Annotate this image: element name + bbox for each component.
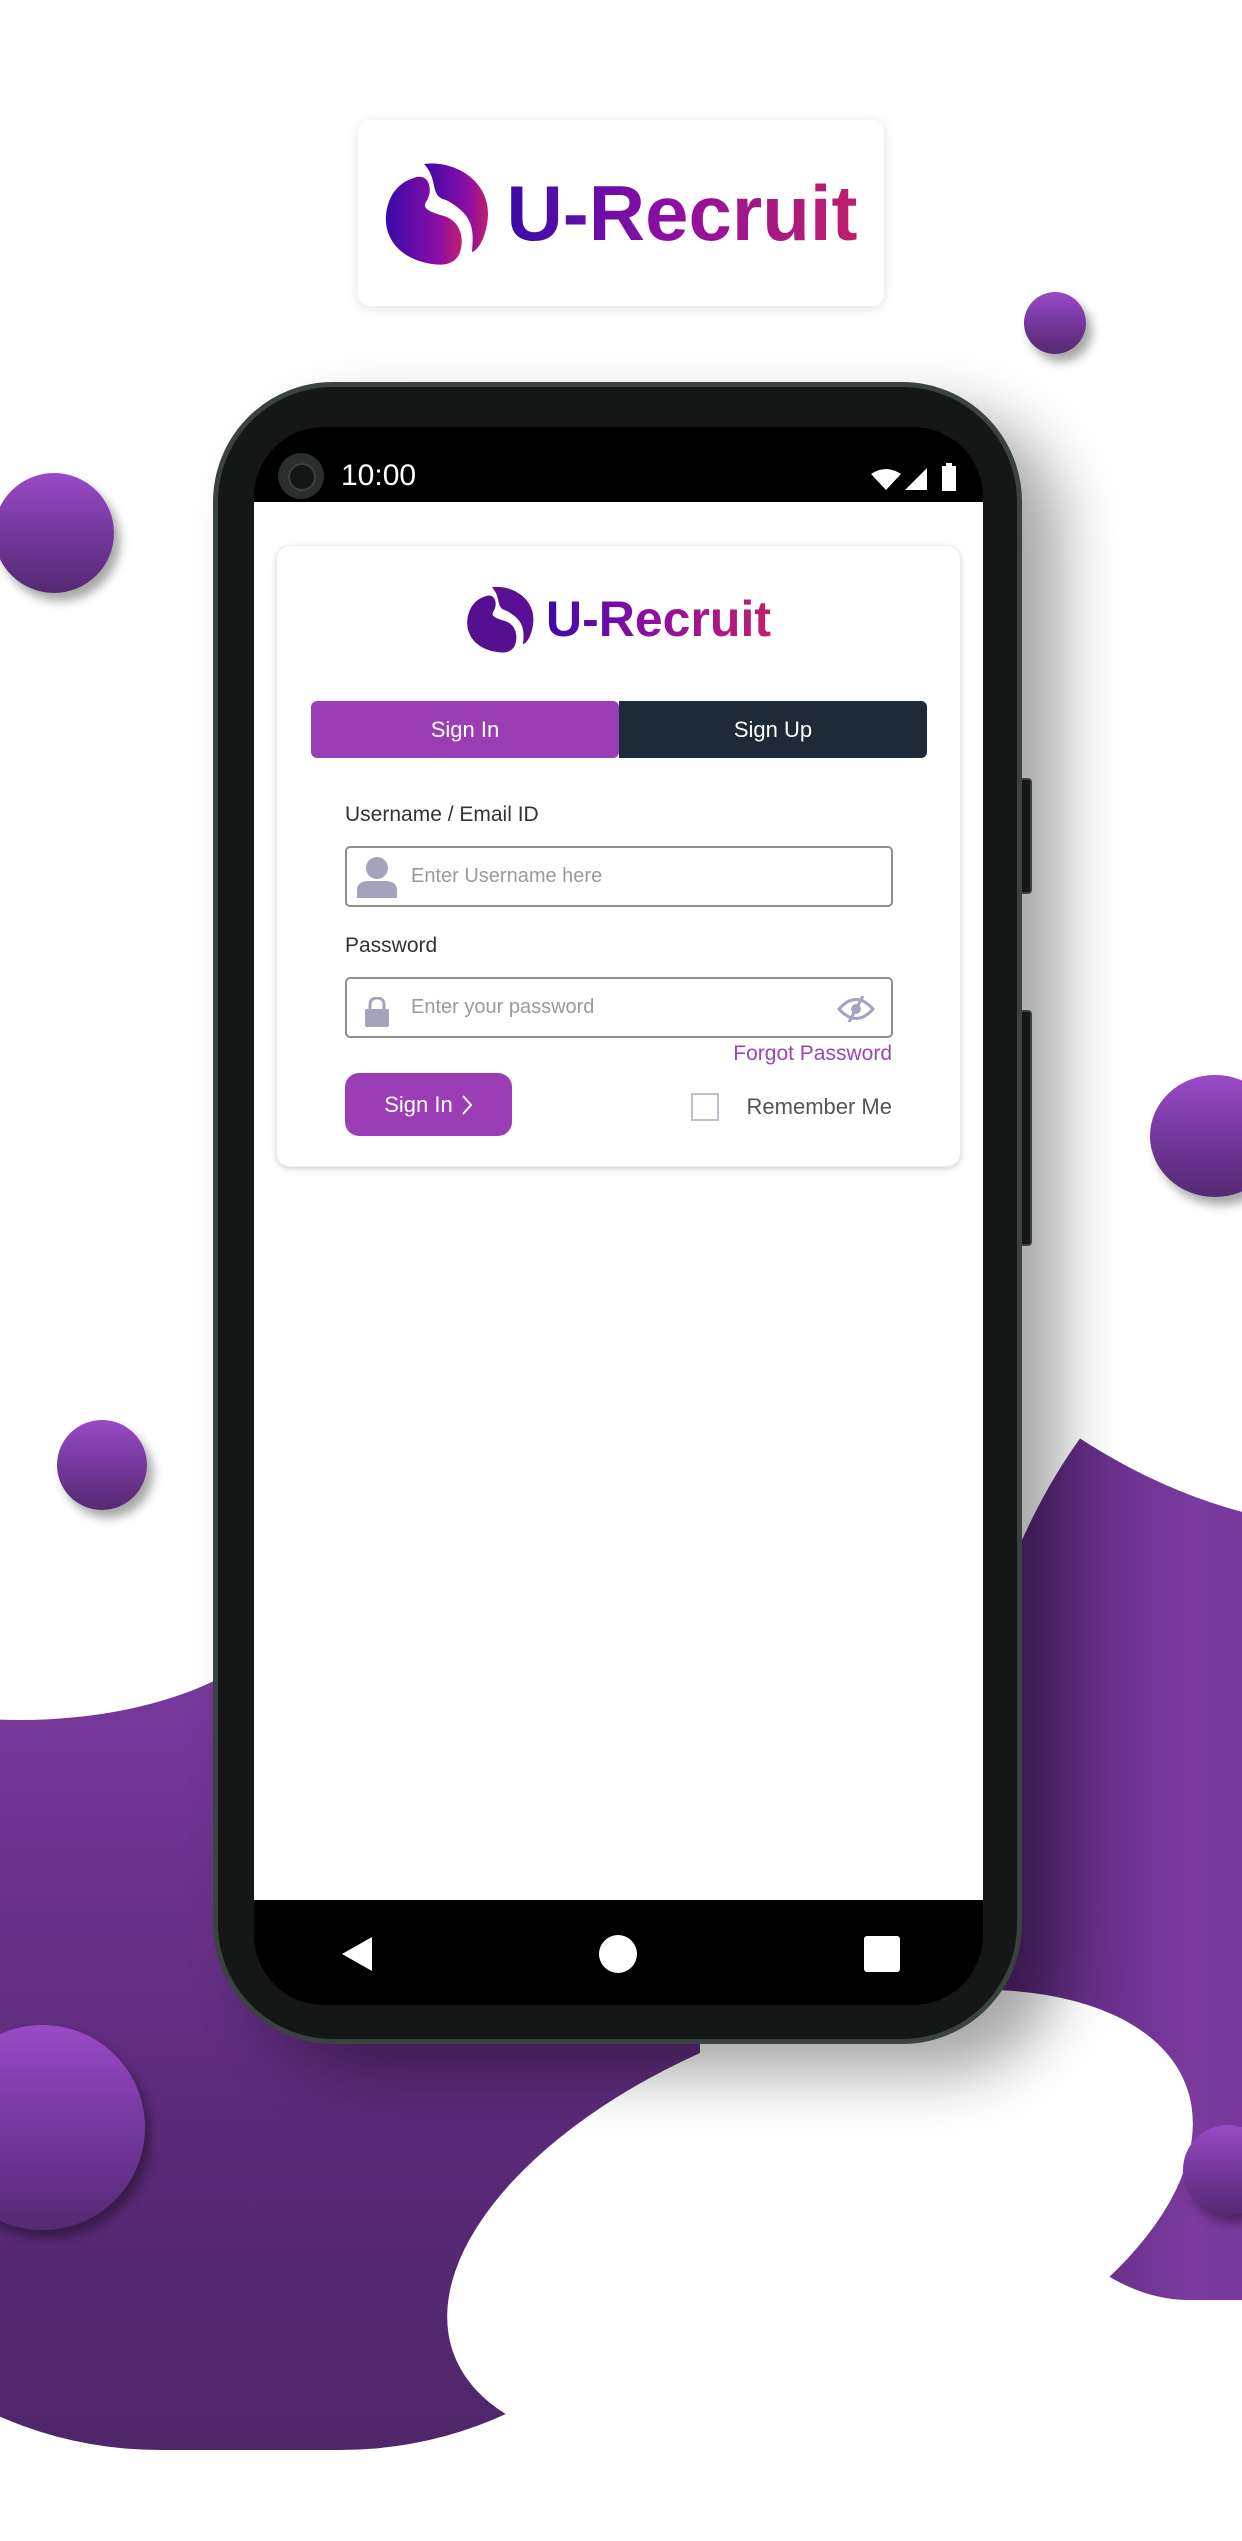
phone-screen: 10:00 U-Recruit Sign In Sign Up Username… — [254, 427, 983, 2005]
brand-logo-icon — [386, 163, 489, 265]
lock-icon — [365, 997, 389, 1027]
auth-tabs: Sign In Sign Up — [311, 701, 927, 758]
brand-logo-text: U-Recruit — [506, 168, 858, 257]
card-brand-logo: U-Recruit — [277, 584, 960, 654]
tab-label: Sign Up — [733, 716, 813, 742]
sign-in-button-label: Sign In — [384, 1091, 453, 1117]
username-label: Username / Email ID — [345, 803, 539, 826]
eye-slash-icon[interactable] — [837, 996, 875, 1022]
recents-icon[interactable] — [864, 1936, 900, 1972]
password-placeholder: Enter your password — [411, 996, 595, 1018]
app-content: U-Recruit Sign In Sign Up Username / Ema… — [254, 502, 983, 1900]
password-label: Password — [345, 934, 438, 957]
home-icon[interactable] — [599, 1935, 637, 1973]
phone-side-button-lower — [1022, 1010, 1032, 1246]
battery-icon — [942, 463, 956, 491]
user-icon — [357, 857, 397, 898]
system-nav-bar — [254, 1900, 983, 2005]
username-placeholder: Enter Username here — [411, 865, 603, 887]
login-card: U-Recruit Sign In Sign Up Username / Ema… — [276, 545, 961, 1167]
cellular-signal-icon — [905, 468, 927, 490]
brand-logo-icon — [467, 586, 534, 653]
back-icon[interactable] — [340, 1937, 374, 1971]
phone-side-button-upper — [1022, 778, 1032, 894]
brand-logo-card: U-Recruit — [358, 120, 884, 306]
decor-ball-4 — [57, 1420, 147, 1510]
remember-me-checkbox[interactable] — [691, 1093, 719, 1121]
tab-sign-up[interactable]: Sign Up — [619, 701, 927, 758]
decor-ball-1 — [1024, 292, 1086, 354]
decor-ball-2 — [0, 473, 114, 593]
status-time: 10:00 — [341, 459, 417, 492]
front-camera — [278, 453, 324, 499]
tab-sign-in[interactable]: Sign In — [311, 701, 619, 758]
chevron-right-icon — [462, 1094, 473, 1115]
tab-label: Sign In — [430, 716, 500, 742]
username-input[interactable]: Enter Username here — [345, 846, 893, 907]
sign-in-button[interactable]: Sign In — [345, 1073, 512, 1136]
status-bar: 10:00 — [254, 427, 983, 502]
password-input[interactable]: Enter your password — [345, 977, 893, 1038]
brand-logo-text: U-Recruit — [545, 591, 772, 647]
wifi-icon — [871, 469, 901, 490]
remember-me-label: Remember Me — [746, 1094, 892, 1119]
forgot-password-link[interactable]: Forgot Password — [733, 1042, 892, 1066]
